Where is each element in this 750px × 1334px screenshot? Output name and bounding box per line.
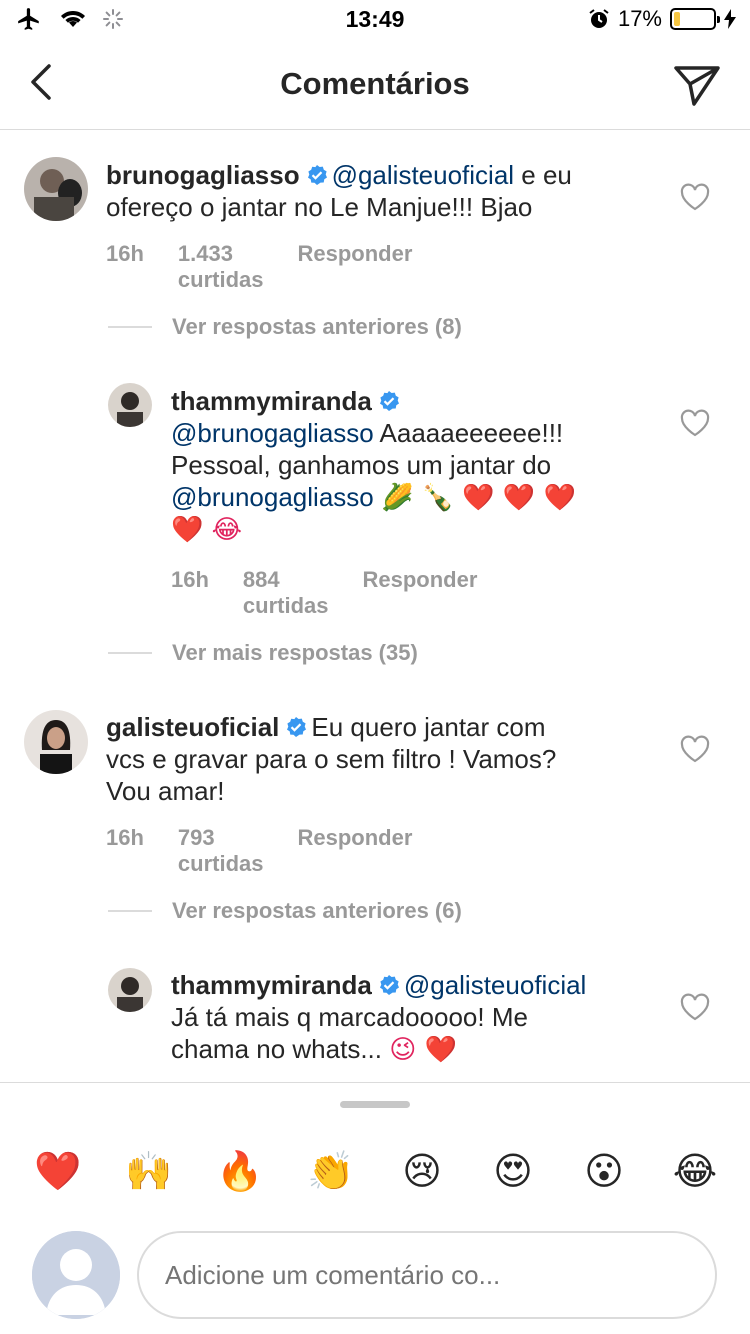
avatar[interactable] (108, 383, 152, 427)
avatar[interactable] (108, 968, 152, 1012)
comment-emojis: ❤️ 😂 (171, 515, 243, 545)
drag-handle[interactable] (340, 1101, 410, 1108)
page-title: Comentários (280, 66, 470, 101)
comment-mention[interactable]: @brunogagliasso (171, 482, 374, 512)
battery-level (674, 12, 681, 26)
comment-text: Eu quero jantar com (311, 712, 546, 742)
verified-badge-icon (379, 975, 399, 995)
comment-likes[interactable]: 793 curtidas (178, 825, 264, 877)
quick-reaction-heart-eyes[interactable]: 😍 (483, 1141, 543, 1201)
comment-time: 16h (106, 825, 144, 850)
comment-username[interactable]: galisteuoficial (106, 712, 279, 742)
comment-text: ofereço o jantar no Le Manjue!!! Bjao (106, 192, 533, 222)
quick-reaction-heart[interactable]: ❤️ (28, 1141, 88, 1201)
view-replies-label: Ver mais respostas (35) (172, 640, 418, 665)
like-heart-icon[interactable] (680, 409, 710, 437)
reply-button[interactable]: Responder (298, 241, 413, 293)
view-more-replies[interactable]: Ver mais respostas (35) (108, 640, 418, 666)
divider-line (108, 652, 152, 654)
my-avatar (32, 1231, 120, 1319)
battery-percent: 17% (617, 6, 662, 31)
comment-mention[interactable]: @galisteuoficial (332, 160, 514, 190)
comment-text: vcs e gravar para o sem filtro ! Vamos? (106, 744, 557, 774)
verified-badge-icon (379, 391, 399, 411)
paper-plane-icon[interactable] (672, 60, 722, 108)
comment-mention[interactable]: @galisteuoficial (404, 970, 586, 1000)
reply-button[interactable]: Responder (363, 567, 478, 619)
navigation-bar: Comentários (0, 40, 750, 130)
verified-badge-icon (287, 717, 307, 737)
comment-username[interactable]: thammymiranda (171, 386, 372, 416)
comment-text: Já tá mais q marcadooooo! Me (171, 1002, 528, 1032)
quick-reaction-fire[interactable]: 🔥 (210, 1141, 270, 1201)
avatar[interactable] (24, 157, 88, 221)
quick-reaction-raised-hands[interactable]: 🙌 (119, 1141, 179, 1201)
view-replies-label: Ver respostas anteriores (6) (172, 898, 462, 923)
quick-reaction-crying[interactable]: 😢 (392, 1141, 452, 1201)
comment-likes[interactable]: 1.433 curtidas (178, 241, 264, 293)
quick-reactions-bar: ❤️ 🙌 🔥 👏 😢 😍 😮 😂 (0, 1141, 750, 1201)
divider-line (108, 910, 152, 912)
like-heart-icon[interactable] (680, 183, 710, 211)
comment-time: 16h (106, 241, 144, 266)
charging-bolt-icon (724, 9, 736, 29)
quick-reaction-laughing[interactable]: 😂 (665, 1141, 725, 1201)
verified-badge-icon (307, 165, 327, 185)
comment-text: Vou amar! (106, 776, 225, 806)
divider-line (108, 326, 152, 328)
comment-text: Pessoal, ganhamos um jantar do (171, 450, 552, 480)
comment-text: e eu (514, 160, 572, 190)
like-heart-icon[interactable] (680, 735, 710, 763)
view-previous-replies[interactable]: Ver respostas anteriores (6) (108, 898, 462, 924)
comment-username[interactable]: thammymiranda (171, 970, 372, 1000)
status-bar: 13:49 17% (0, 0, 750, 40)
avatar[interactable] (24, 710, 88, 774)
view-previous-replies[interactable]: Ver respostas anteriores (8) (108, 314, 462, 340)
comment-input[interactable] (137, 1231, 717, 1319)
comment-mention[interactable]: @brunogagliasso (171, 418, 374, 448)
comment-composer: ❤️ 🙌 🔥 👏 😢 😍 😮 😂 (0, 1082, 750, 1334)
comment-emojis: 😉 ❤️ (389, 1035, 457, 1065)
battery-icon (670, 8, 720, 30)
reply-button[interactable]: Responder (298, 825, 413, 877)
like-heart-icon[interactable] (680, 993, 710, 1021)
quick-reaction-surprised[interactable]: 😮 (574, 1141, 634, 1201)
view-replies-label: Ver respostas anteriores (8) (172, 314, 462, 339)
alarm-icon (589, 9, 609, 28)
comment-likes[interactable]: 884 curtidas (243, 567, 329, 619)
comment-text: chama no whats... (171, 1034, 382, 1064)
quick-reaction-clap[interactable]: 👏 (301, 1141, 361, 1201)
comment-emojis: 🌽 🍾 ❤️ ❤️ ❤️ (380, 483, 576, 513)
comment-text: Aaaaaeeeeee!!! (373, 418, 564, 448)
comment-time: 16h (171, 567, 209, 592)
comment-username[interactable]: brunogagliasso (106, 160, 300, 190)
